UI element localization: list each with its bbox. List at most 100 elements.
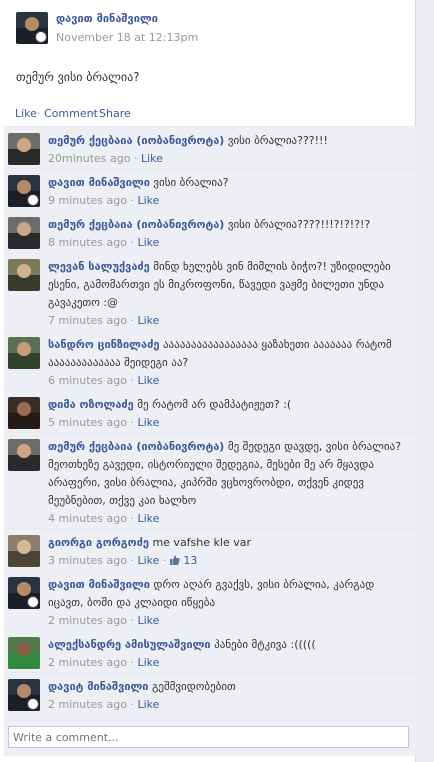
separator-dot: ·	[130, 512, 134, 525]
comment-like-link[interactable]: Like	[137, 698, 159, 711]
comment-author-link[interactable]: დავიტ მინაშვილი	[48, 680, 149, 693]
comment-like-link[interactable]: Like	[137, 512, 159, 525]
comment-author-link[interactable]: თემურ ქეცბაია (იობანივროტა)	[48, 218, 224, 231]
separator-dot: ·	[162, 554, 167, 567]
comment-item: დავიტ მინაშვილი გეშმვიდობებით 2 minutes …	[4, 672, 416, 720]
comment-time[interactable]: 2 minutes ago	[48, 656, 127, 669]
comment-meta: 20minutes ago · Like	[48, 152, 163, 165]
avatar[interactable]	[8, 133, 40, 165]
comment-like-link[interactable]: Like	[137, 614, 159, 627]
comment-like-link[interactable]: Like	[137, 554, 159, 567]
comment-body: თემურ ქეცბაია (იობანივროტა) მე შედეგი და…	[48, 438, 408, 528]
thumbs-up-icon	[169, 553, 180, 565]
comment-like-link[interactable]: Like	[141, 152, 163, 165]
comment-item: დავით მინაშვილი დრო აღარ გვაქვს, ვისი ბრ…	[4, 570, 416, 630]
separator-dot: ·	[130, 554, 134, 567]
comment-item: თემურ ქეცბაია (იობანივროტა) ვისი ბრალია?…	[4, 210, 416, 252]
post-text: თემურ ვისი ბრალია?	[16, 70, 140, 84]
avatar[interactable]	[8, 679, 40, 711]
separator-dot: ·	[130, 236, 134, 249]
comment-meta: 9 minutes ago · Like	[48, 194, 159, 207]
comment-like-link[interactable]: Like	[137, 374, 159, 387]
comment-text: me vafshe kle var	[152, 536, 251, 549]
comment-meta: 2 minutes ago · Like	[48, 656, 159, 669]
comment-like-link[interactable]: Like	[137, 194, 159, 207]
comment-time[interactable]: 2 minutes ago	[48, 698, 127, 711]
comment-item: თემურ ქეცბაია (იობანივროტა) ვისი ბრალია?…	[4, 126, 416, 168]
post-author-link[interactable]: დავით მინაშვილი	[56, 12, 158, 25]
comment-author-link[interactable]: თემურ ქეცბაია (იობანივროტა)	[48, 134, 224, 147]
comment-body: დავიტ მინაშვილი გეშმვიდობებით 2 minutes …	[48, 678, 408, 714]
comment-time[interactable]: 8 minutes ago	[48, 236, 127, 249]
separator-dot: ·	[130, 614, 134, 627]
comment-text: ვისი ბრალია???!!!	[227, 134, 328, 147]
comment-item: გიორგი გორგოძე me vafshe kle var 3 minut…	[4, 528, 416, 570]
separator-dot: ·	[130, 374, 134, 387]
separator-dot: ·	[37, 107, 41, 120]
avatar[interactable]	[8, 577, 40, 609]
like-link[interactable]: Like	[15, 107, 37, 120]
comment-meta: 7 minutes ago · Like	[48, 314, 159, 327]
post-timestamp[interactable]: November 18 at 12:13pm	[56, 31, 198, 44]
comment-like-link[interactable]: Like	[137, 656, 159, 669]
comment-author-link[interactable]: დავით მინაშვილი	[48, 176, 150, 189]
likes-count-link[interactable]: 13	[183, 554, 197, 567]
comment-body: თემურ ქეცბაია (იობანივროტა) ვისი ბრალია?…	[48, 132, 408, 168]
comment-like-link[interactable]: Like	[137, 236, 159, 249]
avatar[interactable]	[8, 259, 40, 291]
avatar[interactable]	[8, 637, 40, 669]
comment-text: ვისი ბრალია????!!!?!?!?!?	[227, 218, 371, 231]
comment-time[interactable]: 7 minutes ago	[48, 314, 127, 327]
comment-author-link[interactable]: გიორგი გორგოძე	[48, 536, 149, 549]
separator-dot: ·	[92, 107, 96, 120]
comment-author-link[interactable]: ალექსანდრე ამისულაშვილი	[48, 638, 211, 651]
comment-like-link[interactable]: Like	[137, 314, 159, 327]
comment-author-link[interactable]: სანდრო ცინზილაძე	[48, 338, 159, 351]
comment-meta: 2 minutes ago · Like	[48, 698, 159, 711]
avatar[interactable]	[8, 175, 40, 207]
comment-meta: 6 minutes ago · Like	[48, 374, 159, 387]
comment-time[interactable]: 6 minutes ago	[48, 374, 127, 387]
avatar[interactable]	[8, 439, 40, 471]
separator-dot: ·	[130, 656, 134, 669]
comment-time[interactable]: 4 minutes ago	[48, 512, 127, 525]
comment-time[interactable]: 3 minutes ago	[48, 554, 127, 567]
comment-author-link[interactable]: თემურ ქეცბაია (იობანივროტა)	[48, 440, 224, 453]
comment-body: დავით მინაშვილი დრო აღარ გვაქვს, ვისი ბრ…	[48, 576, 408, 630]
comment-item: დავით მინაშვილი ვისი ბრალია? 9 minutes a…	[4, 168, 416, 210]
comment-text: ვისი ბრალია?	[153, 176, 229, 189]
comment-meta: 8 minutes ago · Like	[48, 236, 159, 249]
comment-body: დიმა ოზოლაძე მე რატომ არ დამპატიჟეთ? :( …	[48, 396, 408, 432]
avatar[interactable]	[8, 397, 40, 429]
comment-meta: 5 minutes ago · Like	[48, 416, 159, 429]
comment-body: დავით მინაშვილი ვისი ბრალია? 9 minutes a…	[48, 174, 408, 210]
comment-body: ლევან სალუქვაძე მინდ ხელებს ვინ მიმლის ბ…	[48, 258, 408, 330]
separator-dot: ·	[130, 416, 134, 429]
comment-item: თემურ ქეცბაია (იობანივროტა) მე შედეგი და…	[4, 432, 416, 528]
separator-dot: ·	[130, 314, 134, 327]
comment-link[interactable]: Comment	[44, 107, 98, 120]
comment-author-link[interactable]: დიმა ოზოლაძე	[48, 398, 134, 411]
avatar[interactable]	[8, 337, 40, 369]
separator-dot: ·	[130, 698, 134, 711]
comment-time[interactable]: 20minutes ago	[48, 152, 130, 165]
comment-author-link[interactable]: ლევან სალუქვაძე	[48, 260, 150, 273]
scrollbar-track[interactable]	[415, 0, 434, 762]
comment-like-link[interactable]: Like	[137, 416, 159, 429]
comment-text: მე რატომ არ დამპატიჟეთ? :(	[137, 398, 292, 411]
write-comment-box	[4, 720, 416, 756]
comment-time[interactable]: 5 minutes ago	[48, 416, 127, 429]
comment-body: თემურ ქეცბაია (იობანივროტა) ვისი ბრალია?…	[48, 216, 408, 252]
avatar[interactable]	[8, 535, 40, 567]
separator-dot: ·	[130, 194, 134, 207]
avatar[interactable]	[8, 217, 40, 249]
share-link[interactable]: Share	[99, 107, 131, 120]
avatar[interactable]	[16, 12, 48, 44]
comment-item: ლევან სალუქვაძე მინდ ხელებს ვინ მიმლის ბ…	[4, 252, 416, 330]
comment-text: გეშმვიდობებით	[152, 680, 236, 693]
comment-author-link[interactable]: დავით მინაშვილი	[48, 578, 150, 591]
comment-time[interactable]: 2 minutes ago	[48, 614, 127, 627]
comment-input[interactable]	[8, 726, 409, 748]
comment-time[interactable]: 9 minutes ago	[48, 194, 127, 207]
feed-post: დავით მინაშვილი November 18 at 12:13pm თ…	[0, 0, 416, 120]
